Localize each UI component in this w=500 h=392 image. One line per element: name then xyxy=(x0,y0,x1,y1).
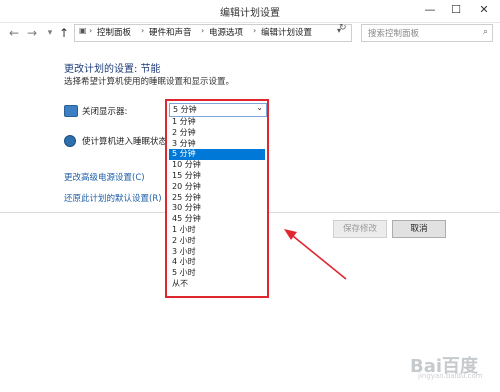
save-button[interactable]: 保存修改 xyxy=(333,220,387,238)
dropdown-option[interactable]: 15 分钟 xyxy=(169,171,265,182)
dropdown-option[interactable]: 2 小时 xyxy=(169,236,265,247)
breadcrumb-separator: › xyxy=(141,26,145,35)
restore-defaults-link[interactable]: 还原此计划的默认设置(R) xyxy=(64,192,162,204)
dropdown-option[interactable]: 30 分钟 xyxy=(169,203,265,214)
dropdown-options: 1 分钟 2 分钟 3 分钟 5 分钟 10 分钟 15 分钟 20 分钟 25 分钟 30 分… xyxy=(169,117,265,290)
dropdown-option[interactable]: 1 小时 xyxy=(169,225,265,236)
up-arrow-icon[interactable]: ↑ xyxy=(56,25,72,41)
watermark-sub: jingyan.baidu.com xyxy=(418,372,483,380)
dropdown-option[interactable]: 3 分钟 xyxy=(169,139,265,150)
search-icon[interactable]: ⌕ xyxy=(483,27,488,37)
page-title: 更改计划的设置: 节能 xyxy=(64,64,161,75)
title-bar: 编辑计划设置 — ☐ ✕ xyxy=(0,0,500,23)
page-subtitle: 选择希望计算机使用的睡眠设置和显示设置。 xyxy=(64,77,235,87)
monitor-icon xyxy=(64,105,78,117)
dropdown-option[interactable]: 3 小时 xyxy=(169,247,265,258)
dropdown-option[interactable]: 从不 xyxy=(169,279,265,290)
navigation-bar: ← → ▾ ↑ ▣ › 控制面板 › 硬件和声音 › 电源选项 › 编辑计划设置… xyxy=(0,22,500,44)
breadcrumb-separator: › xyxy=(201,26,205,35)
dropdown-option[interactable]: 10 分钟 xyxy=(169,160,265,171)
breadcrumb-power-options[interactable]: 电源选项 xyxy=(209,26,243,38)
sleep-label: 使计算机进入睡眠状态: xyxy=(82,137,170,147)
refresh-icon[interactable]: ↻ xyxy=(339,23,347,33)
search-input[interactable]: 搜索控制面板 ⌕ xyxy=(361,24,493,42)
select-value: 5 分钟 xyxy=(173,105,197,114)
dropdown-option[interactable]: 1 分钟 xyxy=(169,117,265,128)
dropdown-option[interactable]: 2 分钟 xyxy=(169,128,265,139)
display-off-label: 关闭显示器: xyxy=(82,107,128,117)
breadcrumb-edit-plan[interactable]: 编辑计划设置 xyxy=(261,26,312,38)
display-off-select[interactable]: 5 分钟 ⌄ xyxy=(169,103,267,117)
dropdown-option[interactable]: 45 分钟 xyxy=(169,214,265,225)
maximize-button[interactable]: ☐ xyxy=(444,0,468,20)
watermark-logo: Bai百度 jingyan.baidu.com xyxy=(392,350,492,384)
close-button[interactable]: ✕ xyxy=(472,0,496,20)
breadcrumb-control-panel[interactable]: 控制面板 xyxy=(97,26,131,38)
dropdown-option[interactable]: 5 分钟 xyxy=(169,149,265,161)
dropdown-option[interactable]: 25 分钟 xyxy=(169,193,265,204)
dropdown-option[interactable]: 5 小时 xyxy=(169,268,265,279)
dropdown-option[interactable]: 4 小时 xyxy=(169,257,265,268)
cancel-button[interactable]: 取消 xyxy=(392,220,446,238)
search-placeholder: 搜索控制面板 xyxy=(368,29,420,39)
back-arrow-icon[interactable]: ← xyxy=(6,25,22,41)
breadcrumb-root-icon: ▣ xyxy=(79,26,87,35)
breadcrumb-hardware-sound[interactable]: 硬件和声音 xyxy=(149,26,192,38)
sleep-moon-icon xyxy=(64,135,76,147)
breadcrumb-separator: › xyxy=(89,26,93,35)
display-off-dropdown[interactable]: 5 分钟 ⌄ 1 分钟 2 分钟 3 分钟 5 分钟 10 分钟 15 分钟 20 分钟 25… xyxy=(165,99,269,298)
advanced-power-settings-link[interactable]: 更改高级电源设置(C) xyxy=(64,171,145,183)
address-bar[interactable]: ▣ › 控制面板 › 硬件和声音 › 电源选项 › 编辑计划设置 ▾ xyxy=(74,24,352,42)
minimize-button[interactable]: — xyxy=(418,0,442,20)
forward-arrow-icon[interactable]: → xyxy=(24,25,40,41)
chevron-down-icon[interactable]: ⌄ xyxy=(256,103,263,112)
breadcrumb-separator: › xyxy=(253,26,257,35)
dropdown-option[interactable]: 20 分钟 xyxy=(169,182,265,193)
